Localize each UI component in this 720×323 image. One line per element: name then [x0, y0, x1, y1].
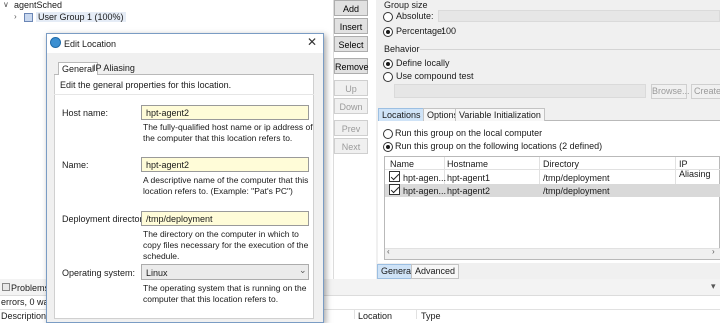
scroll-left-icon[interactable]: ‹ — [387, 247, 390, 256]
name-description: A descriptive name of the computer that … — [143, 175, 309, 196]
percentage-label: Percentage: — [396, 26, 445, 36]
problems-column-description[interactable]: Description — [1, 311, 46, 321]
dialog-app-icon — [50, 37, 61, 48]
create-button[interactable]: Create... — [691, 84, 720, 99]
column-divider — [354, 309, 355, 319]
tree-root-label[interactable]: agentSched — [14, 0, 62, 10]
name-label: Name: — [62, 160, 89, 170]
behavior-title: Behavior — [384, 44, 420, 54]
name-input[interactable]: hpt-agent2 — [141, 157, 309, 172]
host-name-description: The fully-qualified host name or ip addr… — [143, 122, 313, 143]
deployment-directory-label: Deployment directory: — [62, 214, 150, 224]
behavior-divider — [420, 49, 720, 50]
compound-test-label: Use compound test — [396, 71, 474, 81]
column-name[interactable]: Name — [390, 159, 414, 169]
column-directory[interactable]: Directory — [543, 159, 579, 169]
problems-tab-title[interactable]: Problems — [11, 283, 49, 293]
absolute-label: Absolute: — [396, 11, 434, 21]
close-icon[interactable]: ✕ — [307, 35, 317, 49]
tree-expand-icon[interactable]: › — [14, 12, 17, 21]
problems-column-type[interactable]: Type — [421, 311, 441, 321]
user-group-icon — [24, 13, 33, 22]
run-following-radio[interactable] — [383, 141, 393, 152]
define-locally-radio[interactable] — [383, 58, 393, 69]
tab-advanced[interactable]: Advanced — [411, 264, 460, 279]
dialog-tab-ip-aliasing[interactable]: IP Aliasing — [90, 62, 138, 75]
group-size-title: Group size — [384, 0, 428, 10]
compound-test-input[interactable] — [394, 84, 646, 98]
row-name: hpt-agen... — [403, 173, 447, 183]
compound-test-radio[interactable] — [383, 71, 393, 82]
row-checkbox[interactable] — [389, 184, 400, 196]
row-checkbox[interactable] — [389, 171, 400, 183]
dialog-intro: Edit the general properties for this loc… — [60, 80, 232, 90]
chevron-down-icon[interactable]: ⌄ — [299, 265, 307, 276]
absolute-radio[interactable] — [383, 11, 393, 22]
absolute-input[interactable] — [438, 10, 720, 22]
scroll-right-icon[interactable]: › — [712, 247, 715, 256]
intro-divider — [54, 94, 314, 95]
operating-system-description: The operating system that is running on … — [143, 283, 307, 304]
row-hostname: hpt-agent1 — [447, 173, 491, 183]
row-name: hpt-agen... — [403, 186, 447, 196]
deployment-directory-description: The directory on the computer in which t… — [143, 229, 309, 261]
minimize-icon[interactable]: ▾ — [711, 281, 716, 292]
run-local-radio[interactable] — [383, 128, 393, 139]
run-local-label: Run this group on the local computer — [395, 128, 543, 138]
remove-button[interactable]: Remove — [334, 58, 369, 74]
problems-column-location[interactable]: Location — [358, 311, 392, 321]
run-following-label: Run this group on the following location… — [395, 141, 603, 151]
column-divider — [416, 309, 417, 319]
tree-expand-icon[interactable]: ∨ — [3, 0, 9, 9]
deployment-directory-input[interactable]: /tmp/deployment — [141, 211, 309, 226]
up-button[interactable]: Up — [334, 80, 368, 96]
horizontal-scrollbar[interactable] — [385, 248, 720, 259]
percentage-value[interactable]: 100 — [441, 26, 456, 36]
prev-button[interactable]: Prev — [334, 120, 368, 136]
select-button[interactable]: Select — [334, 36, 368, 52]
next-button[interactable]: Next — [334, 138, 368, 154]
problems-summary: errors, 0 war — [1, 297, 52, 307]
row-hostname: hpt-agent2 — [447, 186, 491, 196]
host-name-label: Host name: — [62, 108, 109, 118]
operating-system-label: Operating system: — [62, 268, 136, 278]
host-name-input[interactable]: hpt-agent2 — [141, 105, 309, 120]
browse-button[interactable]: Browse... — [651, 84, 690, 99]
tree-user-group-label[interactable]: User Group 1 (100%) — [36, 12, 126, 22]
operating-system-value: Linux — [146, 268, 168, 278]
problems-icon — [2, 283, 10, 291]
define-locally-label: Define locally — [396, 58, 450, 68]
row-directory: /tmp/deployment — [543, 173, 610, 183]
percentage-radio[interactable] — [383, 26, 393, 37]
add-button[interactable]: Add — [334, 0, 368, 16]
dialog-title: Edit Location — [64, 39, 117, 49]
row-directory: /tmp/deployment — [543, 186, 610, 196]
down-button[interactable]: Down — [334, 98, 368, 114]
insert-button[interactable]: Insert — [334, 18, 368, 34]
column-hostname[interactable]: Hostname — [447, 159, 488, 169]
